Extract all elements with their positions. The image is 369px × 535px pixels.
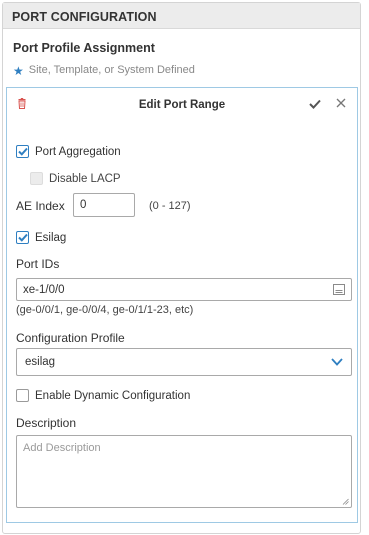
assignment-subtitle-row: ★ Site, Template, or System Defined bbox=[13, 63, 195, 78]
configuration-profile-label: Configuration Profile bbox=[16, 331, 125, 345]
description-label: Description bbox=[16, 416, 77, 430]
configuration-profile-select[interactable]: esilag bbox=[16, 348, 352, 376]
esilag-label: Esilag bbox=[35, 231, 67, 244]
list-icon[interactable] bbox=[333, 284, 345, 295]
port-ids-value: xe-1/0/0 bbox=[23, 283, 65, 296]
checkmark-icon bbox=[17, 147, 28, 156]
section-header: PORT CONFIGURATION bbox=[3, 3, 360, 29]
check-icon[interactable] bbox=[309, 99, 321, 109]
disable-lacp-checkbox bbox=[30, 172, 43, 185]
port-ids-input[interactable]: xe-1/0/0 bbox=[16, 278, 352, 301]
port-aggregation-checkbox[interactable] bbox=[16, 145, 29, 158]
dynamic-config-label: Enable Dynamic Configuration bbox=[35, 389, 191, 402]
port-ids-label: Port IDs bbox=[16, 257, 60, 271]
port-aggregation-label: Port Aggregation bbox=[35, 145, 121, 158]
port-ids-hint: (ge-0/0/1, ge-0/0/4, ge-0/1/1-23, etc) bbox=[16, 304, 194, 316]
configuration-profile-value: esilag bbox=[25, 356, 56, 368]
edit-port-range-form: Edit Port Range Port Aggregation Disable… bbox=[6, 87, 358, 523]
assignment-subtitle: Site, Template, or System Defined bbox=[28, 64, 195, 76]
ae-index-range-hint: (0 - 127) bbox=[149, 200, 191, 212]
close-icon[interactable] bbox=[336, 98, 346, 108]
disable-lacp-label: Disable LACP bbox=[49, 172, 121, 185]
dynamic-config-checkbox[interactable] bbox=[16, 389, 29, 402]
ae-index-value: 0 bbox=[80, 199, 87, 211]
edit-form-header: Edit Port Range bbox=[7, 88, 357, 122]
ae-index-input[interactable]: 0 bbox=[73, 193, 135, 217]
dynamic-config-row[interactable]: Enable Dynamic Configuration bbox=[16, 389, 190, 402]
assignment-title: Port Profile Assignment bbox=[13, 41, 155, 55]
resize-handle-icon[interactable] bbox=[342, 498, 349, 505]
star-icon: ★ bbox=[13, 64, 24, 78]
checkmark-icon bbox=[17, 233, 28, 242]
chevron-down-icon[interactable] bbox=[331, 358, 343, 366]
description-textarea[interactable]: Add Description bbox=[16, 435, 352, 508]
description-placeholder: Add Description bbox=[23, 442, 101, 454]
ae-index-label: AE Index bbox=[16, 199, 65, 213]
esilag-row[interactable]: Esilag bbox=[16, 231, 66, 244]
port-aggregation-row[interactable]: Port Aggregation bbox=[16, 145, 121, 158]
edit-form-title: Edit Port Range bbox=[138, 99, 226, 111]
disable-lacp-row: Disable LACP bbox=[30, 172, 121, 185]
esilag-checkbox[interactable] bbox=[16, 231, 29, 244]
port-configuration-panel: PORT CONFIGURATION Port Profile Assignme… bbox=[2, 2, 361, 534]
